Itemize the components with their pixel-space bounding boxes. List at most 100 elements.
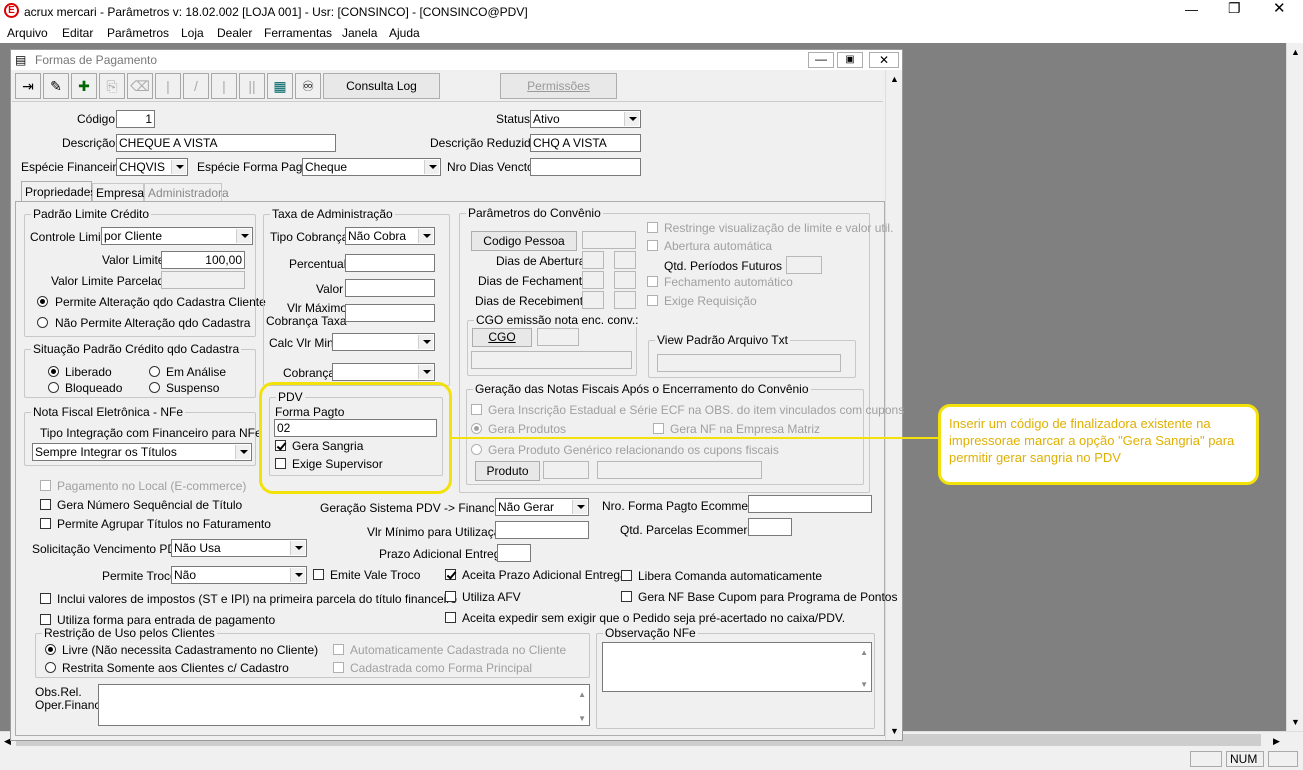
- consulta-log-button[interactable]: Consulta Log: [323, 73, 440, 99]
- dias-fechamento-input2[interactable]: [614, 271, 636, 289]
- scroll-down-icon[interactable]: ▼: [1291, 715, 1300, 729]
- child-restore-button[interactable]: ▣: [837, 52, 863, 68]
- permite-agrupar-checkbox[interactable]: [40, 518, 51, 529]
- obs-rel-scroll-up-icon[interactable]: ▲: [578, 687, 586, 703]
- exige-requisicao-checkbox[interactable]: [647, 295, 658, 306]
- menu-arquivo[interactable]: Arquivo: [7, 26, 48, 40]
- cgo-desc-input[interactable]: [471, 351, 632, 369]
- permite-troco-select[interactable]: Não: [171, 566, 307, 584]
- pagamento-local-checkbox[interactable]: [40, 480, 51, 491]
- valor-parcelado-input[interactable]: [161, 271, 245, 289]
- calc-vlr-min-select[interactable]: [332, 333, 435, 351]
- dias-abertura-input2[interactable]: [614, 251, 636, 269]
- menu-ferramentas[interactable]: Ferramentas: [264, 26, 332, 40]
- codigo-pessoa-button[interactable]: Codigo Pessoa: [471, 231, 577, 251]
- gera-generico-radio[interactable]: [471, 444, 482, 455]
- produto-desc-input[interactable]: [597, 461, 762, 479]
- libera-comanda-checkbox[interactable]: [621, 570, 632, 581]
- cgo-code-input[interactable]: [537, 328, 579, 346]
- valor-input[interactable]: [345, 279, 435, 297]
- inclui-valores-checkbox[interactable]: [40, 593, 51, 604]
- controle-limite-select[interactable]: por Cliente: [101, 227, 253, 245]
- obs-nfe-textarea[interactable]: ▲ ▼: [602, 642, 872, 692]
- geracao-sistema-select[interactable]: Não Gerar: [495, 498, 589, 516]
- solicitacao-select[interactable]: Não Usa: [171, 539, 307, 557]
- gera-numero-checkbox[interactable]: [40, 499, 51, 510]
- especie-fin-select[interactable]: CHQVIS: [116, 158, 188, 176]
- first-icon[interactable]: |: [155, 73, 181, 99]
- permite-alteracao-radio[interactable]: [37, 296, 48, 307]
- livre-radio[interactable]: [45, 644, 56, 655]
- cgo-button[interactable]: CGO: [472, 328, 532, 347]
- utiliza-afv-checkbox[interactable]: [445, 591, 456, 602]
- obs-nfe-scroll-down-icon[interactable]: ▼: [860, 677, 868, 691]
- menu-dealer[interactable]: Dealer: [217, 26, 252, 40]
- child-scroll-down-icon[interactable]: ▼: [890, 724, 899, 738]
- qtd-periodos-input[interactable]: [786, 256, 822, 274]
- status-select[interactable]: Ativo: [530, 110, 641, 128]
- menu-janela[interactable]: Janela: [342, 26, 377, 40]
- emite-vale-checkbox[interactable]: [313, 569, 324, 580]
- desc-reduzida-input[interactable]: CHQ A VISTA: [530, 134, 641, 152]
- codigo-input[interactable]: 1: [116, 110, 155, 128]
- tipo-cobranca-select[interactable]: Não Cobra: [345, 227, 435, 245]
- descricao-input[interactable]: CHEQUE A VISTA: [116, 134, 336, 152]
- tab-propriedades[interactable]: Propriedades: [21, 181, 96, 202]
- restrita-radio[interactable]: [45, 662, 56, 673]
- valor-limite-input[interactable]: 100,00: [161, 251, 245, 269]
- vlr-maximo-input[interactable]: [345, 304, 435, 322]
- menu-loja[interactable]: Loja: [181, 26, 204, 40]
- permissoes-button[interactable]: Permissões: [500, 73, 617, 99]
- exit-icon[interactable]: ⇥: [15, 73, 41, 99]
- minimize-icon[interactable]: —: [1185, 3, 1198, 17]
- menu-ajuda[interactable]: Ajuda: [389, 26, 420, 40]
- obs-rel-textarea[interactable]: ▲ ▼: [98, 684, 590, 726]
- edit-pencil-icon[interactable]: ✎: [43, 73, 69, 99]
- aceita-expedir-checkbox[interactable]: [445, 612, 456, 623]
- next-icon[interactable]: |: [211, 73, 237, 99]
- dias-recebimento-input1[interactable]: [582, 291, 604, 309]
- bloqueado-radio[interactable]: [48, 382, 59, 393]
- dias-recebimento-input2[interactable]: [614, 291, 636, 309]
- dias-abertura-input1[interactable]: [582, 251, 604, 269]
- gera-inscricao-checkbox[interactable]: [471, 404, 482, 415]
- liberado-radio[interactable]: [48, 366, 59, 377]
- scroll-right-icon[interactable]: ▶: [1273, 734, 1280, 748]
- close-icon[interactable]: ✕: [1273, 1, 1286, 16]
- child-scroll-up-icon[interactable]: ▲: [890, 72, 899, 86]
- child-minimize-button[interactable]: —: [808, 52, 834, 68]
- add-icon[interactable]: ✚: [71, 73, 97, 99]
- obs-nfe-scroll-up-icon[interactable]: ▲: [860, 645, 868, 661]
- tab-empresas[interactable]: Empresas: [92, 183, 150, 201]
- cadastrada-principal-checkbox[interactable]: [333, 662, 344, 673]
- gera-produtos-radio[interactable]: [471, 423, 482, 434]
- percentual-input[interactable]: [345, 254, 435, 272]
- gera-nf-matriz-checkbox[interactable]: [653, 423, 664, 434]
- especie-forma-select[interactable]: Cheque: [302, 158, 441, 176]
- vertical-scrollbar[interactable]: ▲ ▼: [1286, 43, 1303, 731]
- vlr-minimo-input[interactable]: [495, 521, 589, 539]
- delete-icon[interactable]: ⌫: [127, 73, 153, 99]
- restore-icon[interactable]: ❐: [1228, 1, 1241, 15]
- child-close-button[interactable]: ✕: [869, 52, 899, 68]
- cobranca-select[interactable]: [332, 363, 435, 381]
- prev-icon[interactable]: /: [183, 73, 209, 99]
- tipo-integracao-select[interactable]: Sempre Integrar os Títulos: [32, 443, 252, 461]
- copy-icon[interactable]: ⎘: [99, 73, 125, 99]
- auto-cadastrada-checkbox[interactable]: [333, 644, 344, 655]
- qtd-parcelas-input[interactable]: [748, 518, 792, 536]
- prazo-adicional-input[interactable]: [497, 544, 531, 562]
- nro-forma-ecom-input[interactable]: [748, 495, 872, 513]
- abertura-auto-checkbox[interactable]: [647, 240, 658, 251]
- scroll-up-icon[interactable]: ▲: [1291, 45, 1300, 59]
- nao-permite-alteracao-radio[interactable]: [37, 317, 48, 328]
- restringe-checkbox[interactable]: [647, 222, 658, 233]
- menu-editar[interactable]: Editar: [62, 26, 93, 40]
- dias-fechamento-input1[interactable]: [582, 271, 604, 289]
- suspenso-radio[interactable]: [149, 382, 160, 393]
- menu-parametros[interactable]: Parâmetros: [107, 26, 169, 40]
- grid-icon[interactable]: ▦: [267, 73, 293, 99]
- produto-code-input[interactable]: [543, 461, 589, 479]
- produto-button[interactable]: Produto: [475, 461, 540, 481]
- view-padrao-input[interactable]: [657, 354, 841, 372]
